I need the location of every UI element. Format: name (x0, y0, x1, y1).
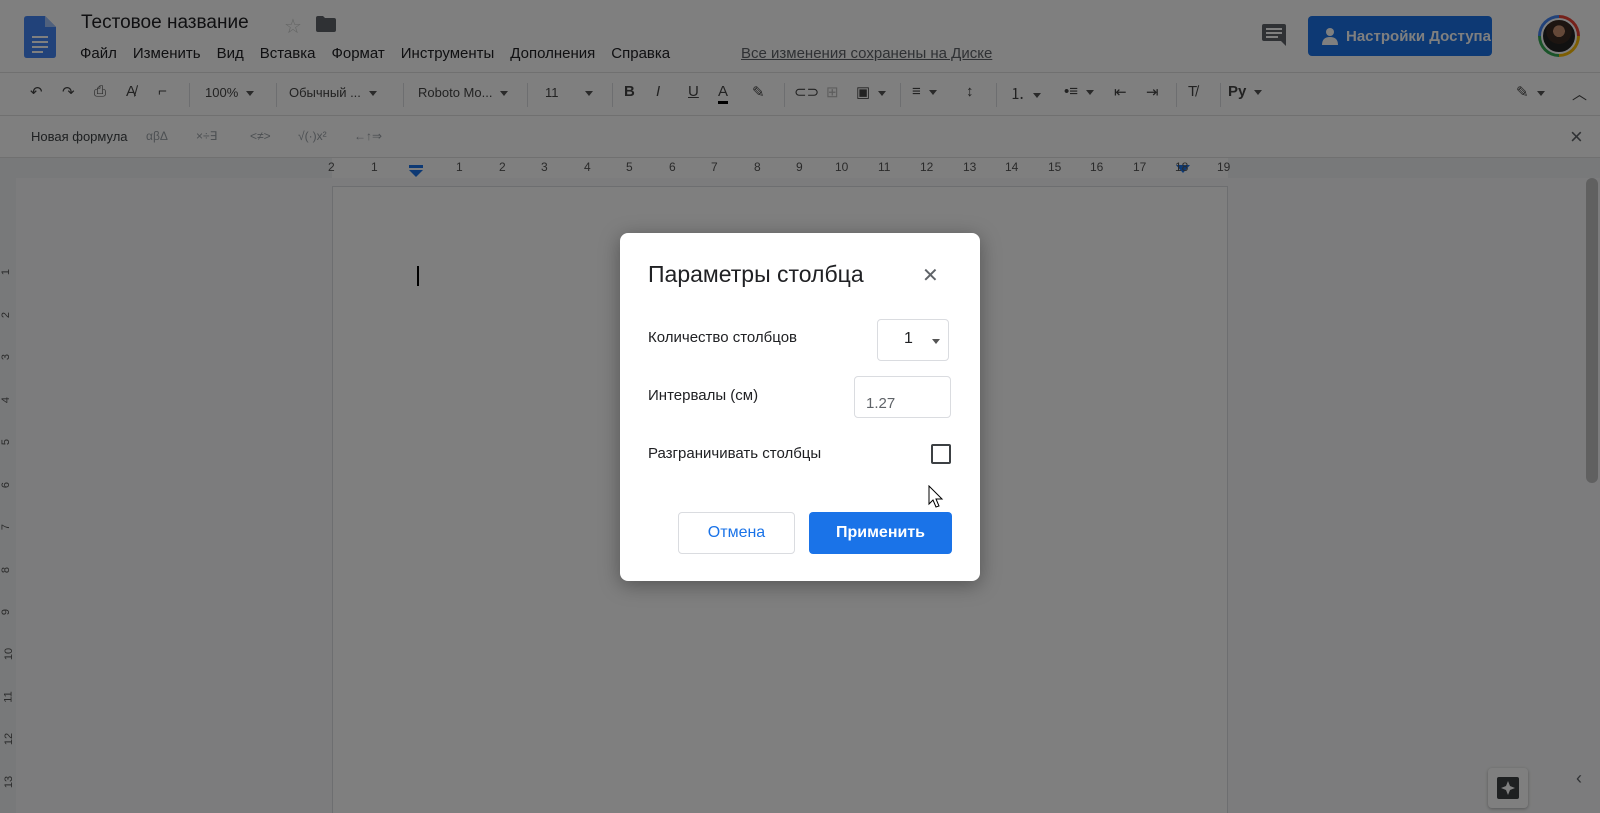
line-between-checkbox[interactable] (931, 444, 951, 464)
close-icon[interactable]: ✕ (922, 263, 939, 288)
line-between-label: Разграничивать столбцы (648, 445, 822, 462)
spacing-label: Интервалы (см) (648, 387, 759, 404)
cancel-button[interactable]: Отмена (678, 512, 795, 554)
columns-count-value: 1 (904, 330, 913, 347)
spacing-input[interactable] (854, 376, 951, 418)
column-options-dialog: Параметры столбца ✕ Количество столбцов … (620, 233, 980, 581)
mouse-pointer-icon (928, 485, 944, 508)
dialog-title: Параметры столбца (648, 261, 864, 287)
apply-button[interactable]: Применить (809, 512, 952, 554)
columns-count-label: Количество столбцов (648, 329, 798, 346)
chevron-down-icon (932, 339, 940, 344)
columns-count-select[interactable]: 1 (877, 319, 949, 361)
